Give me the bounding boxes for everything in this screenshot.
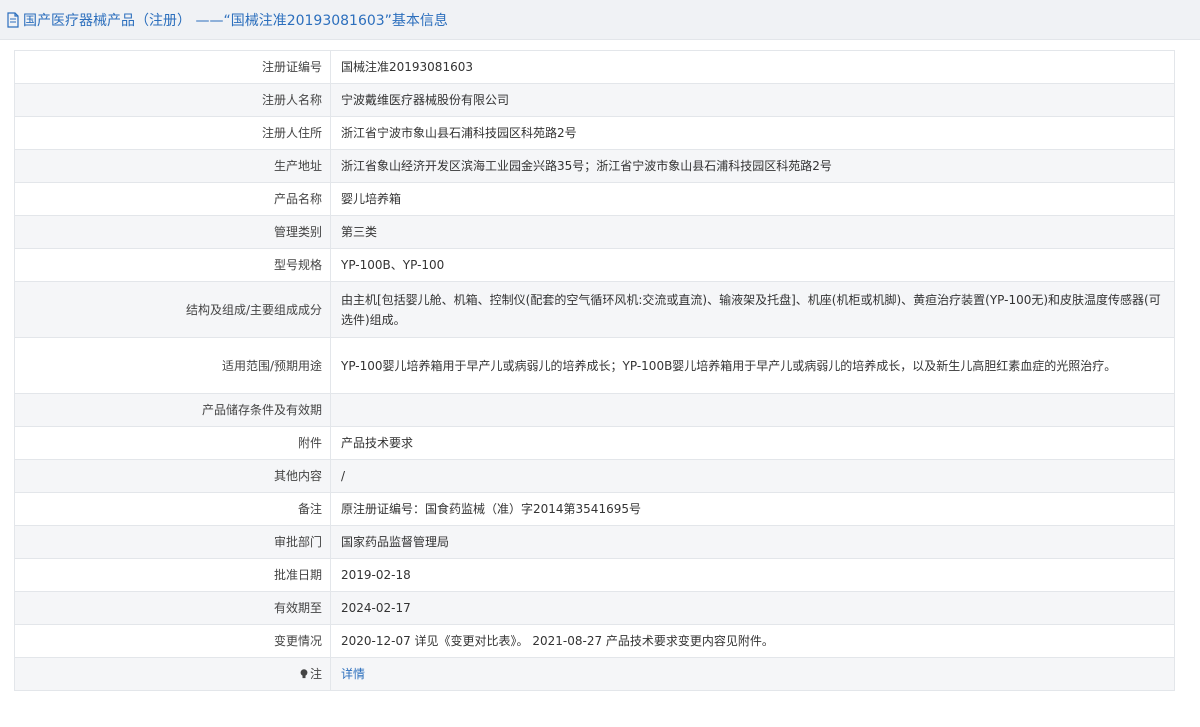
table-row: 有效期至 2024-02-17 xyxy=(14,591,1175,625)
row-value: 2019-02-18 xyxy=(330,558,1175,592)
table-row: 备注 原注册证编号：国食药监械（准）字2014第3541695号 xyxy=(14,492,1175,526)
row-label: 结构及组成/主要组成成分 xyxy=(14,281,331,338)
table-row: 审批部门 国家药品监督管理局 xyxy=(14,525,1175,559)
row-label: 批准日期 xyxy=(14,558,331,592)
row-value: 原注册证编号：国食药监械（准）字2014第3541695号 xyxy=(330,492,1175,526)
row-value: 产品技术要求 xyxy=(330,426,1175,460)
row-label: 产品储存条件及有效期 xyxy=(14,393,331,427)
row-label: 有效期至 xyxy=(14,591,331,625)
row-value: 由主机[包括婴儿舱、机箱、控制仪(配套的空气循环风机:交流或直流)、输液架及托盘… xyxy=(330,281,1175,338)
table-row: 注 详情 xyxy=(14,657,1175,691)
table-row: 结构及组成/主要组成成分 由主机[包括婴儿舱、机箱、控制仪(配套的空气循环风机:… xyxy=(14,281,1175,338)
row-label: 生产地址 xyxy=(14,149,331,183)
details-link[interactable]: 详情 xyxy=(341,667,365,681)
row-value: 2024-02-17 xyxy=(330,591,1175,625)
row-value: 宁波戴维医疗器械股份有限公司 xyxy=(330,83,1175,117)
row-label: 其他内容 xyxy=(14,459,331,493)
row-value xyxy=(330,393,1175,427)
row-value: 第三类 xyxy=(330,215,1175,249)
row-value: 国家药品监督管理局 xyxy=(330,525,1175,559)
table-row: 管理类别 第三类 xyxy=(14,215,1175,249)
row-value: 国械注准20193081603 xyxy=(330,50,1175,84)
table-row: 产品名称 婴儿培养箱 xyxy=(14,182,1175,216)
table-row: 注册人名称 宁波戴维医疗器械股份有限公司 xyxy=(14,83,1175,117)
row-label: 产品名称 xyxy=(14,182,331,216)
row-value: 浙江省象山经济开发区滨海工业园金兴路35号；浙江省宁波市象山县石浦科技园区科苑路… xyxy=(330,149,1175,183)
row-value: YP-100婴儿培养箱用于早产儿或病弱儿的培养成长；YP-100B婴儿培养箱用于… xyxy=(330,337,1175,394)
row-label: 附件 xyxy=(14,426,331,460)
page-title: 国产医疗器械产品（注册） ——“国械注准20193081603”基本信息 xyxy=(23,12,448,29)
row-value: / xyxy=(330,459,1175,493)
table-row: 其他内容 / xyxy=(14,459,1175,493)
table-row: 注册人住所 浙江省宁波市象山县石浦科技园区科苑路2号 xyxy=(14,116,1175,150)
page: 国产医疗器械产品（注册） ——“国械注准20193081603”基本信息 注册证… xyxy=(0,0,1200,727)
table-row: 生产地址 浙江省象山经济开发区滨海工业园金兴路35号；浙江省宁波市象山县石浦科技… xyxy=(14,149,1175,183)
row-label: 备注 xyxy=(14,492,331,526)
table-row: 批准日期 2019-02-18 xyxy=(14,558,1175,592)
table-row: 产品储存条件及有效期 xyxy=(14,393,1175,427)
lightbulb-icon xyxy=(300,669,308,679)
row-label: 注册人住所 xyxy=(14,116,331,150)
row-value: 详情 xyxy=(330,657,1175,691)
row-value: YP-100B、YP-100 xyxy=(330,248,1175,282)
row-label: 管理类别 xyxy=(14,215,331,249)
row-label: 审批部门 xyxy=(14,525,331,559)
row-label: 适用范围/预期用途 xyxy=(14,337,331,394)
table-row: 适用范围/预期用途 YP-100婴儿培养箱用于早产儿或病弱儿的培养成长；YP-1… xyxy=(14,337,1175,394)
row-label: 注册证编号 xyxy=(14,50,331,84)
page-header: 国产医疗器械产品（注册） ——“国械注准20193081603”基本信息 xyxy=(0,0,1200,40)
row-value: 浙江省宁波市象山县石浦科技园区科苑路2号 xyxy=(330,116,1175,150)
row-label: 型号规格 xyxy=(14,248,331,282)
row-label: 注 xyxy=(309,667,322,681)
table-row: 变更情况 2020-12-07 详见《变更对比表》。 2021-08-27 产品… xyxy=(14,624,1175,658)
table-row: 附件 产品技术要求 xyxy=(14,426,1175,460)
document-icon xyxy=(7,11,19,28)
note-label-cell: 注 xyxy=(14,657,331,691)
table-row: 型号规格 YP-100B、YP-100 xyxy=(14,248,1175,282)
row-value: 婴儿培养箱 xyxy=(330,182,1175,216)
table-row: 注册证编号 国械注准20193081603 xyxy=(14,50,1175,84)
content-area: 注册证编号 国械注准20193081603 注册人名称 宁波戴维医疗器械股份有限… xyxy=(0,40,1200,691)
row-value: 2020-12-07 详见《变更对比表》。 2021-08-27 产品技术要求变… xyxy=(330,624,1175,658)
row-label: 注册人名称 xyxy=(14,83,331,117)
registration-info-table: 注册证编号 国械注准20193081603 注册人名称 宁波戴维医疗器械股份有限… xyxy=(14,50,1175,691)
row-label: 变更情况 xyxy=(14,624,331,658)
